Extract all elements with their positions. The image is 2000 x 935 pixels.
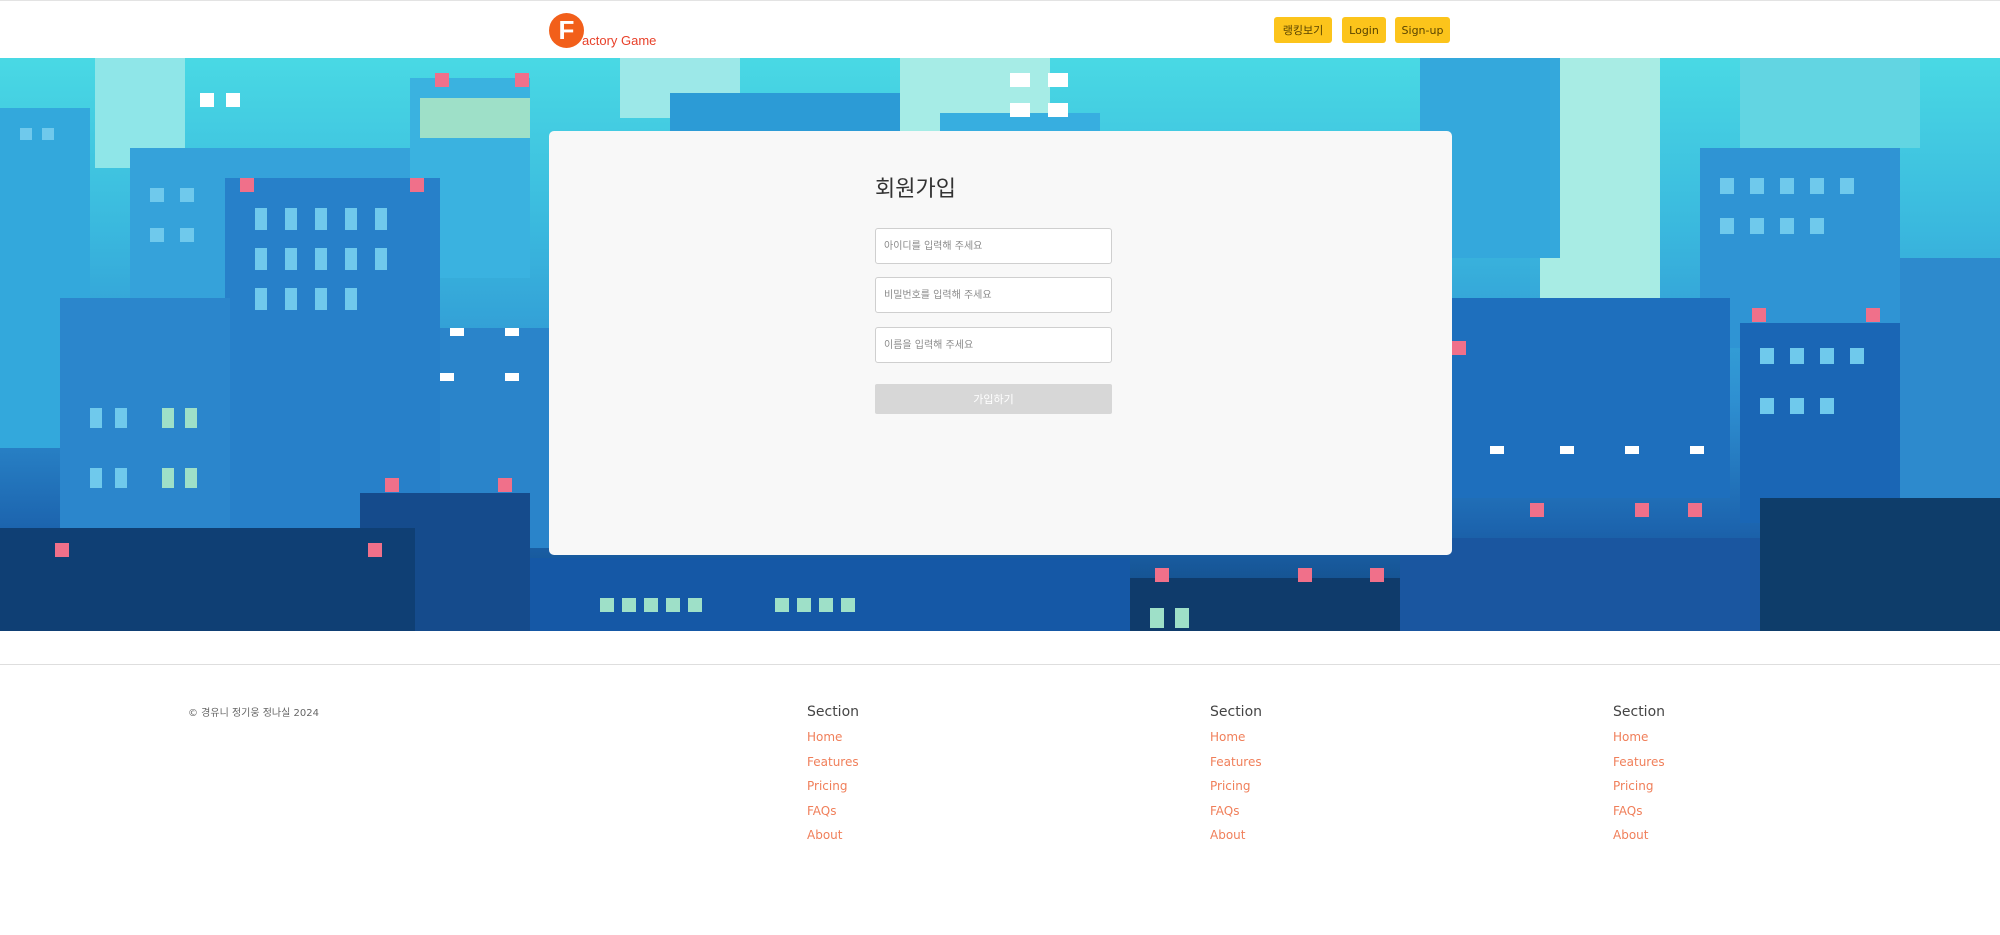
logo-text: actory Game	[582, 33, 657, 48]
footer-link-about[interactable]: About	[1210, 828, 1262, 853]
logo-f-icon: F	[549, 13, 584, 48]
password-input[interactable]	[875, 277, 1112, 313]
copyright-text: © 경유니 정기웅 정나실 2024	[188, 708, 319, 719]
signup-card: 회원가입 가입하기	[549, 131, 1452, 555]
footer-divider	[0, 664, 2000, 665]
site-logo[interactable]: F actory Game	[549, 12, 656, 48]
submit-signup-button[interactable]: 가입하기	[875, 384, 1112, 414]
footer-section-3: Section Home Features Pricing FAQs About	[1613, 704, 1665, 853]
footer-link-about[interactable]: About	[1613, 828, 1665, 853]
footer-section-title: Section	[807, 704, 860, 720]
signup-title: 회원가입	[875, 177, 956, 202]
footer-section-2: Section Home Features Pricing FAQs About	[1210, 704, 1262, 853]
footer-section-title: Section	[1210, 704, 1263, 720]
footer-section-1: Section Home Features Pricing FAQs About	[807, 704, 859, 853]
top-header: F actory Game 랭킹보기 Login Sign-up	[0, 0, 2000, 58]
ranking-button[interactable]: 랭킹보기	[1274, 17, 1332, 43]
footer-link-features[interactable]: Features	[1210, 755, 1262, 780]
footer-link-faqs[interactable]: FAQs	[1613, 804, 1665, 829]
footer-link-pricing[interactable]: Pricing	[807, 779, 859, 804]
footer-link-home[interactable]: Home	[1613, 730, 1665, 755]
footer-link-pricing[interactable]: Pricing	[1613, 779, 1665, 804]
hero-background: 회원가입 가입하기	[0, 58, 2000, 631]
signup-button[interactable]: Sign-up	[1395, 17, 1450, 43]
footer-link-features[interactable]: Features	[807, 755, 859, 780]
footer-section-title: Section	[1613, 704, 1666, 720]
footer-link-home[interactable]: Home	[807, 730, 859, 755]
footer-link-pricing[interactable]: Pricing	[1210, 779, 1262, 804]
footer-link-faqs[interactable]: FAQs	[1210, 804, 1262, 829]
login-button[interactable]: Login	[1342, 17, 1386, 43]
footer-link-home[interactable]: Home	[1210, 730, 1262, 755]
footer-link-about[interactable]: About	[807, 828, 859, 853]
id-input[interactable]	[875, 228, 1112, 264]
name-input[interactable]	[875, 327, 1112, 363]
footer-link-faqs[interactable]: FAQs	[807, 804, 859, 829]
footer-link-features[interactable]: Features	[1613, 755, 1665, 780]
